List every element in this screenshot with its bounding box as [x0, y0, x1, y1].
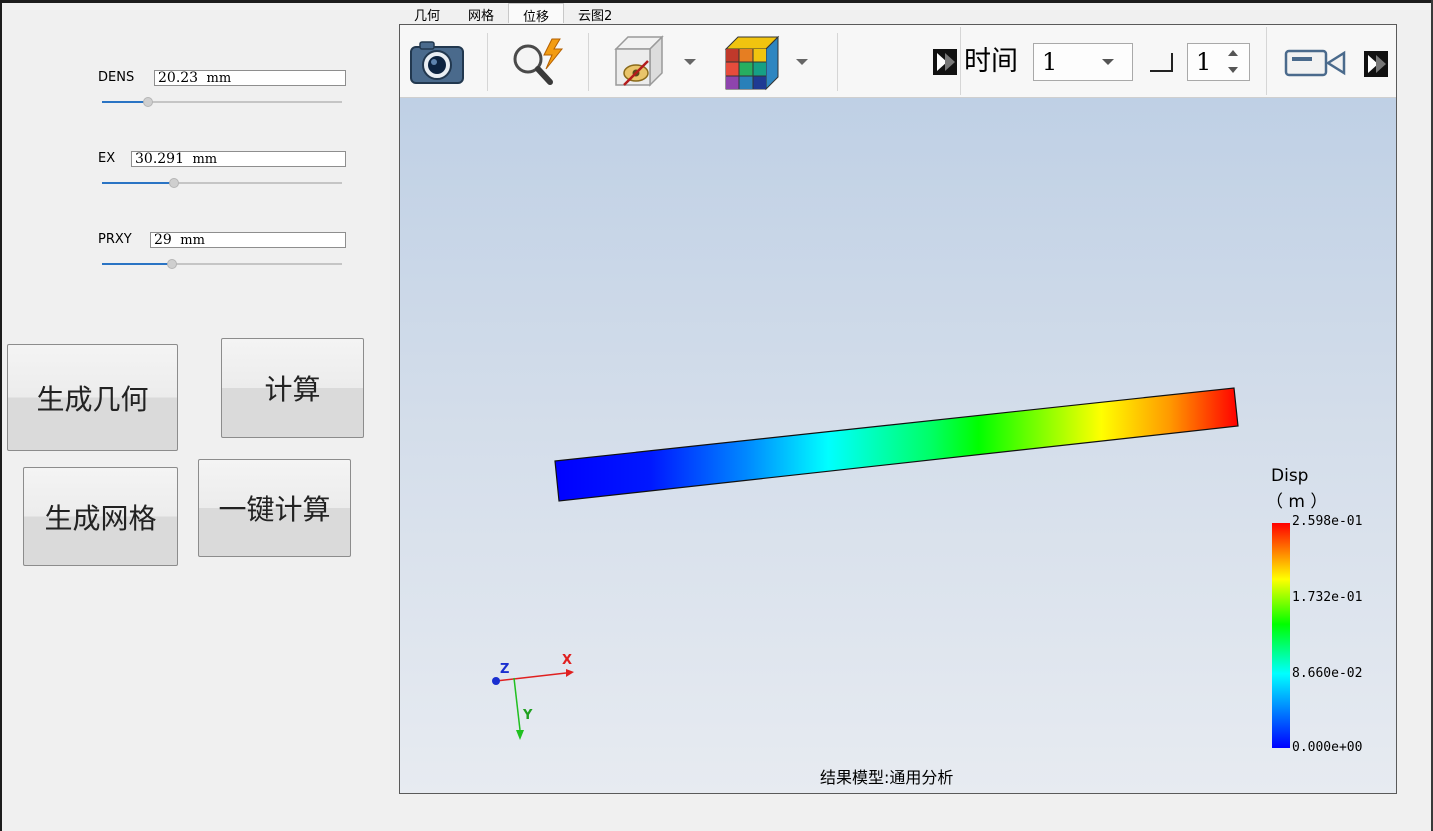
- param-prxy: PRXY 29 mm: [98, 232, 348, 272]
- field-value: 29: [154, 232, 172, 248]
- x-axis-label: X: [562, 653, 573, 668]
- x-axis-arrow: [566, 669, 574, 677]
- legend-tick-max: 2.598e-01: [1292, 514, 1363, 529]
- compute-button[interactable]: 计算: [221, 338, 364, 438]
- slider-fill: [102, 101, 148, 103]
- result-model-label: 结果模型:通用分析: [820, 768, 954, 787]
- tab-geometry[interactable]: 几何: [400, 3, 454, 24]
- toolbar-separator: [1266, 27, 1267, 95]
- time-label: 时间: [964, 46, 1018, 77]
- toolbar-separator: [588, 33, 589, 91]
- y-axis-label: Y: [523, 708, 533, 723]
- hide-visibility-icon[interactable]: [610, 33, 670, 95]
- toolbar-separator: [487, 33, 488, 91]
- view-toolbar: 时间 1 1: [400, 25, 1396, 98]
- spin-down-icon[interactable]: [1228, 67, 1238, 73]
- slider-thumb[interactable]: [166, 259, 177, 269]
- tab-contour2[interactable]: 云图2: [564, 3, 626, 24]
- tab-mesh[interactable]: 网格: [454, 3, 508, 24]
- slider-thumb[interactable]: [169, 178, 179, 188]
- field-value: 30.291: [135, 151, 184, 167]
- z-axis-label: Z: [500, 662, 510, 677]
- prxy-slider[interactable]: [102, 259, 342, 269]
- y-axis-line: [513, 677, 521, 731]
- step-spinbox[interactable]: 1: [1187, 43, 1250, 81]
- legend-title: Disp: [1271, 466, 1309, 486]
- tab-displacement[interactable]: 位移: [508, 3, 565, 25]
- render-canvas[interactable]: X Y Z Disp （ m ） 2.598e-01 1.732e-01 8.6…: [400, 98, 1396, 793]
- button-label: 生成几何: [36, 382, 149, 416]
- chevron-down-icon[interactable]: [1102, 59, 1114, 65]
- toolbar-separator: [837, 33, 838, 91]
- generate-mesh-button[interactable]: 生成网格: [23, 467, 178, 566]
- contour-cube-icon[interactable]: [722, 33, 782, 95]
- query-icon[interactable]: [508, 37, 568, 91]
- button-label: 生成网格: [44, 501, 157, 535]
- button-label: 计算: [264, 373, 321, 406]
- param-label: EX: [98, 151, 116, 166]
- field-value: 20.23: [158, 70, 199, 86]
- button-label: 一键计算: [218, 493, 331, 526]
- time-select[interactable]: 1: [1033, 43, 1133, 81]
- result-tabs: 几何 网格 位移 云图2: [400, 3, 626, 25]
- legend-tick-min: 0.000e+00: [1292, 740, 1363, 755]
- color-legend-bar: [1272, 523, 1290, 748]
- param-label: DENS: [98, 70, 135, 85]
- generate-geometry-button[interactable]: 生成几何: [7, 344, 178, 451]
- camera-icon[interactable]: [408, 37, 466, 91]
- step-icon: [1148, 51, 1174, 77]
- dens-field[interactable]: 20.23 mm: [154, 70, 346, 86]
- param-label: PRXY: [98, 232, 132, 247]
- toolbar-separator: [960, 27, 961, 95]
- window-top-border: [0, 0, 1433, 3]
- legend-tick: 8.660e-02: [1292, 666, 1363, 681]
- z-axis-point: [492, 677, 500, 685]
- field-unit: mm: [180, 233, 205, 248]
- ex-slider[interactable]: [102, 178, 342, 188]
- toolbar-handle-icon: [1364, 51, 1388, 81]
- time-value: 1: [1042, 48, 1058, 76]
- ex-field[interactable]: 30.291 mm: [131, 151, 346, 167]
- slider-thumb[interactable]: [142, 97, 153, 107]
- prxy-field[interactable]: 29 mm: [150, 232, 346, 248]
- legend-unit: （ m ）: [1266, 492, 1328, 512]
- toolbar-handle-icon: [933, 49, 957, 79]
- post-processing-view: 时间 1 1 X Y Z Disp （ m ） 2.598e-01 1.732e…: [399, 24, 1397, 794]
- legend-tick: 1.732e-01: [1292, 590, 1363, 605]
- param-dens: DENS 20.23 mm: [98, 70, 348, 110]
- slider-fill: [102, 263, 172, 265]
- chevron-down-icon[interactable]: [796, 59, 808, 65]
- field-unit: mm: [206, 71, 232, 86]
- chevron-down-icon[interactable]: [684, 59, 696, 65]
- slider-fill: [102, 182, 174, 184]
- one-click-compute-button[interactable]: 一键计算: [198, 459, 351, 557]
- param-ex: EX 30.291 mm: [98, 151, 348, 191]
- y-axis-arrow: [516, 730, 524, 740]
- field-unit: mm: [192, 152, 218, 167]
- spin-up-icon[interactable]: [1228, 50, 1238, 56]
- window-left-border: [0, 0, 2, 831]
- step-value: 1: [1196, 48, 1212, 76]
- dens-slider[interactable]: [102, 97, 342, 107]
